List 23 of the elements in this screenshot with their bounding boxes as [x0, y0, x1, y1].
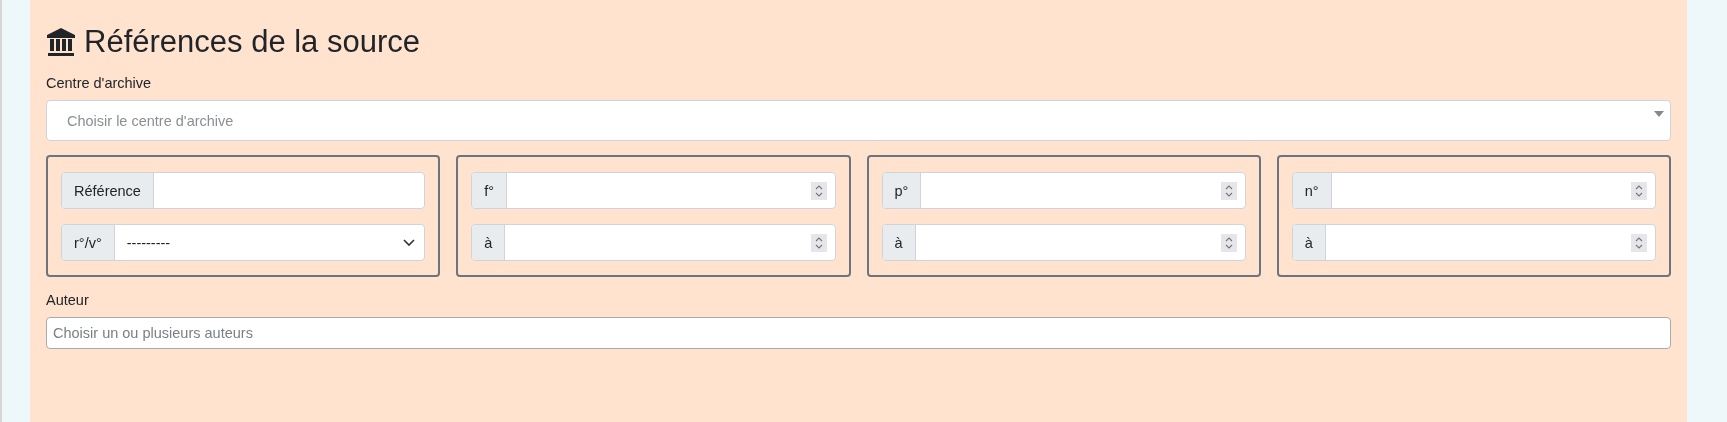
number-field[interactable]: à: [471, 224, 836, 261]
input-addon: Référence: [62, 173, 154, 208]
number-field[interactable]: p°: [881, 172, 1246, 209]
input-addon: à: [1292, 225, 1326, 260]
caret-icon: [1654, 111, 1664, 117]
input-addon: n°: [1292, 173, 1332, 208]
number-field[interactable]: à: [881, 224, 1246, 261]
select-field[interactable]: r°/v° ---------: [61, 224, 426, 261]
section-title: Références de la source: [84, 24, 421, 60]
field-label: Auteur: [46, 292, 89, 308]
input-addon: à: [882, 225, 916, 260]
number-field[interactable]: n°: [1291, 172, 1656, 209]
chevron-down-icon: [402, 237, 417, 248]
input-addon: f°: [472, 173, 508, 208]
bank-icon: [46, 27, 76, 57]
select-field[interactable]: Choisir un ou plusieurs auteurs: [46, 317, 1671, 349]
input-field[interactable]: Référence: [61, 172, 426, 209]
input-addon: p°: [882, 173, 922, 208]
input-addon: à: [472, 225, 506, 260]
number-field[interactable]: à: [1291, 224, 1656, 261]
number-field[interactable]: f°: [471, 172, 836, 209]
field-label: Centre d'archive: [46, 75, 152, 91]
input-addon: r°/v°: [62, 225, 115, 260]
